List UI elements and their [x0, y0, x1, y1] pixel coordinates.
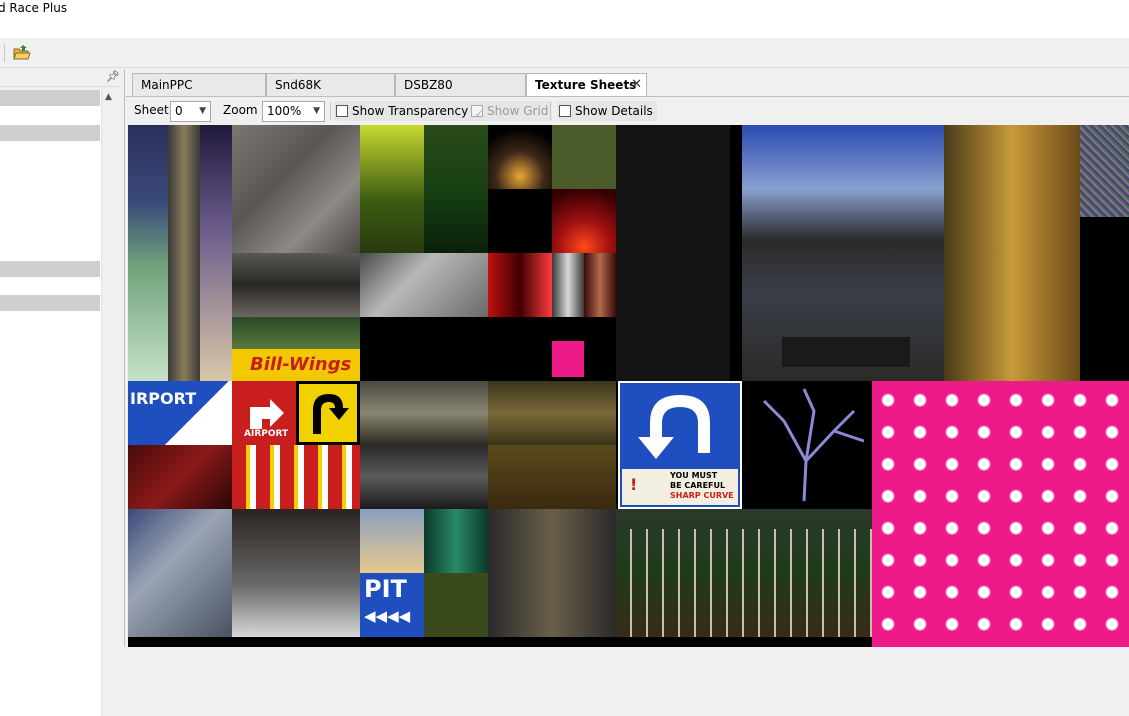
window-title: d Race Plus [0, 1, 68, 15]
turn-sign-texture: AIRPORT [232, 381, 296, 445]
sheet-select[interactable]: 0 ▼ [170, 101, 211, 122]
show-grid-label: Show Grid [487, 104, 549, 118]
show-transparency-checkbox[interactable]: Show Transparency [334, 101, 473, 121]
texture-tile [128, 509, 232, 637]
toolbar-divider [330, 102, 331, 120]
texture-tile [1080, 125, 1129, 217]
texture-tile [552, 253, 584, 317]
open-folder-button[interactable] [12, 43, 32, 63]
texture-tile [360, 125, 424, 253]
chevron-down-icon: ▼ [313, 106, 320, 116]
airport-sign-texture: IRPORT [128, 381, 232, 445]
left-panel-header: 📌︎ [0, 69, 120, 87]
scroll-up-icon[interactable]: ▲ [105, 92, 112, 102]
pit-sign-texture: PIT ◀◀◀◀ [360, 573, 424, 637]
checkbox-box [336, 105, 348, 117]
curve-sign-texture [296, 381, 360, 445]
texture-tile [552, 189, 616, 253]
texture-tile [488, 381, 616, 445]
magenta-sprite-texture [872, 381, 1129, 647]
texture-sheet-canvas[interactable]: Bill-Wings IRPORT AIRPORT ! YOU MUST BE … [128, 125, 1129, 647]
texture-tile [232, 509, 360, 637]
sheet-label: Sheet [134, 103, 169, 117]
airport-small-text: AIRPORT [244, 429, 289, 439]
close-tab-icon[interactable]: ✕ [631, 74, 642, 96]
sharp-curve-text: SHARP CURVE [670, 491, 734, 500]
u-turn-arrow-icon [638, 395, 710, 459]
tab-dsbz80-disassembly[interactable]: DSBZ80 Disassembly [395, 73, 526, 114]
tab-texture-sheets[interactable]: Texture Sheets ✕ [526, 73, 647, 97]
texture-options-bar: Sheet 0 ▼ Zoom 100% ▼ Show Transparency … [126, 96, 1129, 124]
chevron-down-icon: ▼ [199, 106, 206, 116]
texture-tile [128, 445, 232, 509]
texture-tile [232, 125, 360, 253]
sheet-select-value: 0 [175, 104, 183, 118]
texture-tile [360, 509, 424, 573]
texture-tile [360, 445, 488, 509]
texture-tile [552, 125, 616, 189]
texture-tile [360, 381, 488, 445]
checkbox-box: ✓ [471, 105, 483, 120]
document-area: MainPPC Disassembly Snd68K Disassembly D… [124, 69, 1129, 647]
tab-mainppc-disassembly[interactable]: MainPPC Disassembly [132, 73, 266, 114]
airport-sign-text: IRPORT [130, 389, 197, 408]
exclaim-text: ! [630, 475, 638, 494]
pit-text: PIT [364, 575, 407, 603]
chevron-texture [232, 445, 360, 509]
texture-tile [424, 125, 488, 253]
list-item[interactable] [0, 90, 100, 106]
texture-tile [552, 341, 584, 377]
show-grid-checkbox[interactable]: ✓ Show Grid [469, 101, 553, 121]
bill-wings-texture: Bill-Wings [232, 349, 360, 381]
open-folder-icon [13, 45, 31, 60]
texture-tile [488, 253, 552, 317]
texture-tile [488, 445, 616, 509]
texture-tile [616, 125, 730, 381]
bill-wings-text: Bill-Wings [250, 354, 352, 375]
texture-tile [730, 125, 1080, 381]
list-item[interactable] [0, 295, 100, 311]
pin-icon[interactable]: 📌︎ [106, 70, 120, 83]
show-details-checkbox[interactable]: Show Details [557, 101, 657, 121]
curve-arrow-icon [313, 394, 349, 434]
zoom-select-value: 100% [267, 104, 302, 118]
texture-tile [168, 125, 200, 381]
list-item[interactable] [0, 125, 100, 141]
branches-texture [744, 381, 872, 509]
toolbar-grip [4, 44, 5, 62]
forest-texture [616, 509, 872, 637]
pit-arrows-text: ◀◀◀◀ [364, 607, 411, 625]
show-details-label: Show Details [575, 104, 653, 118]
texture-tile [424, 573, 488, 637]
left-panel-scrollbar[interactable]: ▲ [101, 90, 118, 716]
texture-tile [488, 509, 616, 637]
branches-icon [762, 388, 865, 502]
toolbar-divider [550, 102, 551, 120]
be-careful-text: BE CAREFUL [670, 481, 726, 490]
main-toolbar [0, 38, 1129, 68]
checkbox-box [559, 105, 571, 117]
texture-tile [232, 317, 360, 349]
texture-tile [128, 125, 168, 381]
texture-tile [584, 253, 616, 317]
you-must-text: YOU MUST [670, 471, 718, 480]
zoom-select[interactable]: 100% ▼ [262, 101, 325, 122]
left-panel-list[interactable] [0, 90, 101, 716]
texture-tile [360, 253, 488, 317]
zoom-label: Zoom [223, 103, 258, 117]
list-item[interactable] [0, 261, 100, 277]
tab-label: Texture Sheets [535, 78, 637, 92]
texture-tile [232, 253, 360, 317]
left-panel: 📌︎ ▲ [0, 69, 120, 716]
texture-tile [200, 125, 232, 381]
show-transparency-label: Show Transparency [352, 104, 469, 118]
check-icon: ✓ [475, 109, 484, 120]
texture-tile [488, 125, 552, 189]
u-turn-sign-texture: ! YOU MUST BE CAREFUL SHARP CURVE [618, 381, 742, 509]
title-bar: d Race Plus [0, 0, 1129, 38]
tab-snd68k-disassembly[interactable]: Snd68K Disassembly [266, 73, 395, 114]
texture-tile [424, 509, 488, 573]
